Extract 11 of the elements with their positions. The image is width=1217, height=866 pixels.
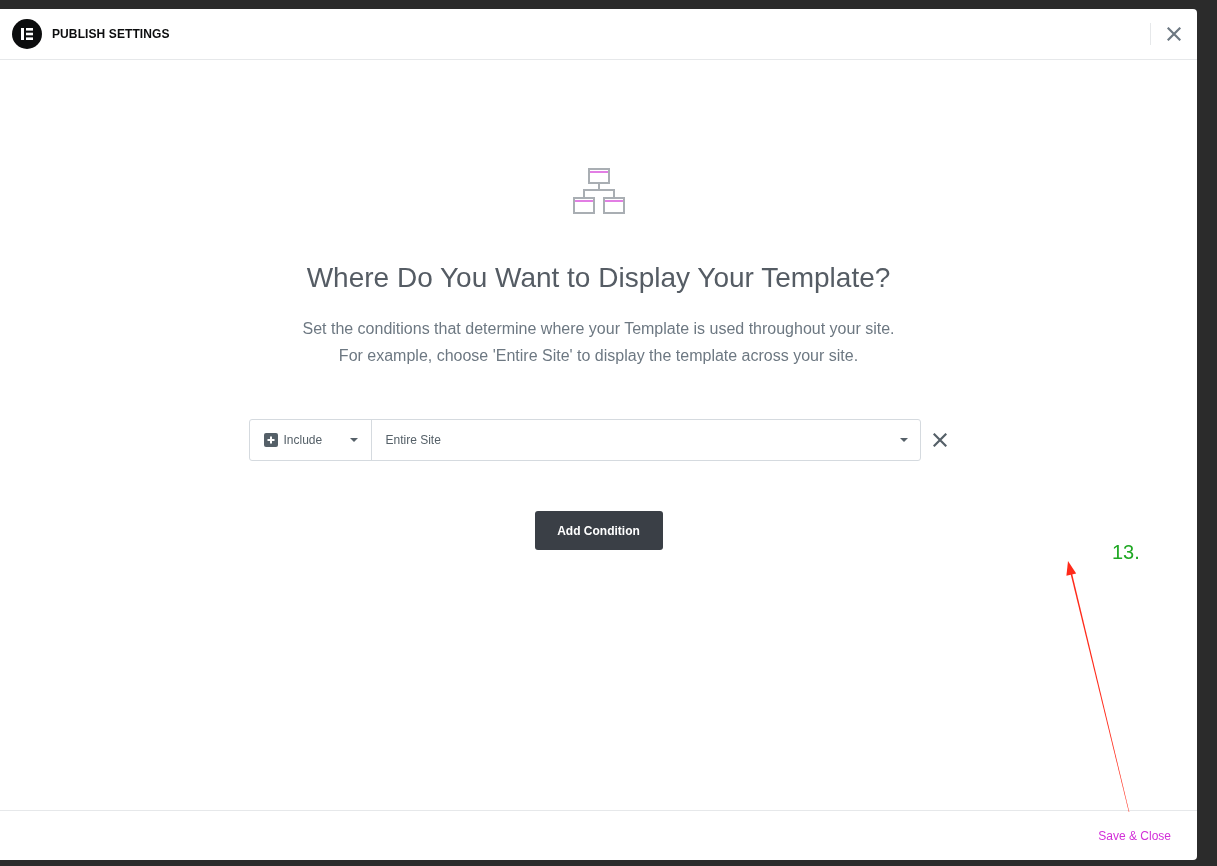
description: Set the conditions that determine where your Template is used throughout your site. For example, choose 'Entire Site' to display the template across your site. <box>302 319 895 366</box>
logo-icon <box>12 19 42 49</box>
close-icon <box>932 433 947 447</box>
annotation-label: 13. <box>1112 540 1140 564</box>
add-condition-button[interactable]: Add Condition <box>534 511 663 550</box>
heading: Where Do You Want to Display Your Template? <box>306 261 891 295</box>
save-close-button[interactable]: Save & Close <box>1098 828 1171 843</box>
hierarchy-icon <box>572 168 625 215</box>
close-icon <box>1167 27 1181 41</box>
remove-condition-button[interactable] <box>930 431 949 449</box>
dialog-title: PUBLISH SETTINGS <box>52 27 170 41</box>
